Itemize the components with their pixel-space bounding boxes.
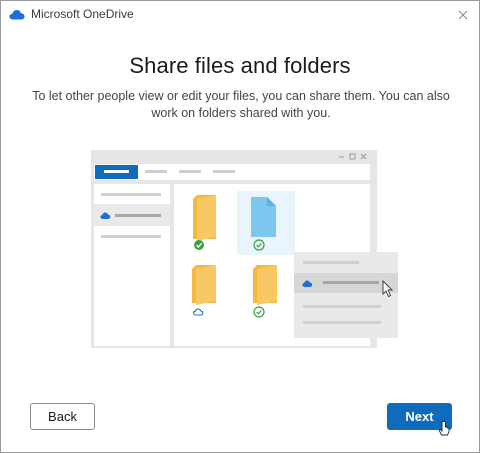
- page-description: To let other people view or edit your fi…: [32, 89, 450, 120]
- page-title: Share files and folders: [129, 53, 351, 78]
- onedrive-setup-window: Microsoft OneDrive Share files and folde…: [0, 0, 480, 453]
- app-title: Microsoft OneDrive: [31, 7, 134, 21]
- back-button[interactable]: Back: [30, 403, 95, 430]
- next-button[interactable]: Next: [387, 403, 452, 430]
- title-bar: Microsoft OneDrive: [1, 1, 479, 29]
- onedrive-cloud-icon: [9, 10, 25, 20]
- close-icon[interactable]: [453, 5, 473, 25]
- share-illustration: [91, 150, 398, 348]
- illus-context-menu: [294, 252, 398, 338]
